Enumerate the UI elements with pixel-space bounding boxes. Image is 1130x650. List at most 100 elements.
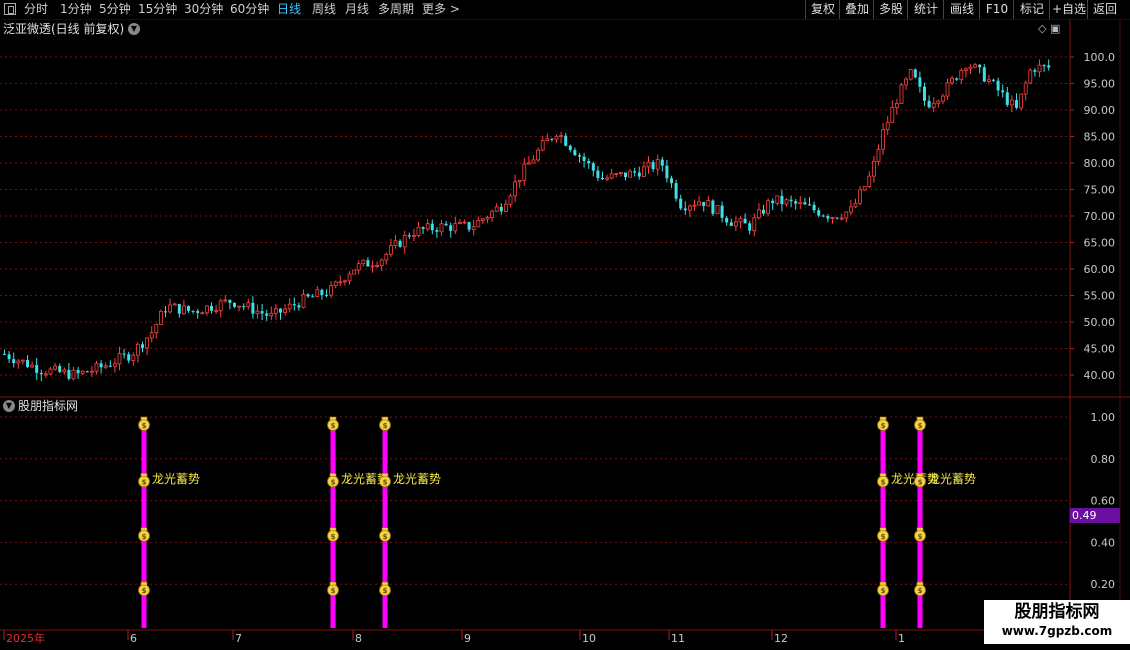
money-bag-icon: $: [327, 527, 339, 542]
money-bag-icon: $: [138, 416, 150, 431]
candle-body-up: [471, 226, 476, 230]
price-axis-label: 40.00: [1084, 369, 1116, 382]
candle-body-up: [513, 181, 517, 197]
date-axis-label: 8: [355, 632, 362, 645]
candle-body-down: [1001, 90, 1005, 93]
candle-body-down: [85, 371, 89, 373]
tab-30min[interactable]: 30分钟: [184, 1, 223, 18]
candle-body-up: [527, 162, 531, 165]
diamond-icon[interactable]: ◇ ▣: [1038, 22, 1060, 35]
candle-body-up: [872, 160, 876, 177]
candle-body-up: [738, 218, 743, 223]
candle-body-down: [992, 79, 995, 81]
candle-body-up: [94, 362, 99, 372]
stats-button[interactable]: 统计: [907, 0, 944, 19]
candle-body-up: [457, 221, 462, 225]
candle-body-up: [646, 161, 651, 168]
candle-body-up: [131, 354, 136, 361]
candle-body-down: [499, 206, 503, 212]
candle-body-down: [711, 200, 715, 214]
price-axis-label: 80.00: [1084, 157, 1116, 170]
overlay-button[interactable]: 叠加: [839, 0, 874, 19]
candle-body-down: [835, 217, 839, 219]
candle-body-up: [462, 221, 467, 224]
candle-body-down: [1015, 100, 1018, 108]
money-bag-icon: $: [914, 473, 926, 488]
tab-15min[interactable]: 15分钟: [138, 1, 177, 18]
candle-body-down: [748, 223, 752, 231]
candle-body-down: [794, 201, 798, 204]
candle-body-up: [844, 211, 849, 219]
tab-1min[interactable]: 1分钟: [60, 1, 92, 18]
money-bag-icon: $: [914, 581, 926, 597]
candle-body-down: [817, 210, 821, 216]
date-axis-label: 2025年: [6, 631, 45, 645]
candle-body-up: [80, 370, 85, 374]
candle-body-down: [233, 302, 236, 307]
candle-body-down: [76, 370, 80, 374]
fuquan-button[interactable]: 复权: [805, 0, 840, 19]
money-bag-icon: $: [327, 416, 339, 431]
back-button[interactable]: 返回: [1087, 0, 1122, 19]
window-icon[interactable]: [4, 3, 16, 15]
chevron-down-icon[interactable]: ▼: [3, 400, 15, 412]
candle-body-up: [531, 159, 536, 164]
mark-button[interactable]: 标记: [1013, 0, 1050, 19]
candle-body-up: [619, 172, 623, 175]
candle-body-up: [384, 253, 389, 261]
indicator-title: 股朋指标网: [18, 399, 79, 413]
candle-body-down: [1033, 70, 1037, 72]
candle-body-up: [945, 82, 950, 97]
candle-body-down: [325, 294, 328, 296]
price-axis-label: 85.00: [1084, 131, 1116, 144]
candle-body-up: [361, 259, 366, 265]
candle-body-down: [196, 311, 200, 313]
candle-body-down: [39, 372, 43, 375]
f10-button[interactable]: F10: [979, 0, 1014, 19]
candle-body-up: [1010, 99, 1014, 106]
tab-5min[interactable]: 5分钟: [99, 1, 131, 18]
svg-text:$: $: [331, 478, 336, 486]
candle-body-up: [881, 129, 885, 150]
kline-chart: $$$$龙光蓄势$$$$龙光蓄势$$$$龙光蓄势$$$$龙光蓄势$$$$龙光蓄势…: [0, 19, 1130, 645]
candle-body-up: [936, 100, 941, 104]
candle-body-up: [1023, 82, 1028, 95]
candle-body-down: [265, 313, 269, 316]
chevron-down-icon[interactable]: ▼: [128, 23, 140, 35]
tab-multi-period[interactable]: 多周期: [378, 1, 414, 18]
tab-monthly[interactable]: 月线: [345, 1, 369, 18]
candle-body-up: [752, 217, 757, 232]
candle-body-down: [821, 215, 825, 217]
tab-fenshi[interactable]: 分时: [24, 1, 48, 18]
candle-body-down: [660, 159, 664, 166]
candle-body-down: [573, 149, 577, 156]
candle-body-up: [655, 159, 660, 170]
candle-body-up: [715, 205, 720, 215]
candle-body-down: [292, 304, 296, 306]
candle-body-down: [683, 208, 687, 211]
candle-body-down: [596, 170, 600, 178]
money-bag-icon: $: [914, 527, 926, 542]
candle-body-up: [849, 206, 853, 213]
tab-daily[interactable]: 日线: [277, 1, 301, 18]
candle-body-up: [895, 103, 899, 108]
candle-body-down: [564, 135, 568, 146]
candle-body-up: [540, 140, 545, 151]
draw-line-button[interactable]: 画线: [943, 0, 980, 19]
svg-text:$: $: [383, 478, 388, 486]
candle-body-down: [242, 306, 246, 308]
svg-text:$: $: [881, 533, 886, 541]
candle-body-up: [255, 310, 260, 315]
candle-body-down: [996, 80, 1000, 91]
candle-body-up: [342, 280, 347, 283]
candle-body-down: [444, 223, 448, 226]
multi-stock-button[interactable]: 多股: [873, 0, 908, 19]
candle-body-down: [435, 230, 439, 232]
indicator-axis-label: 0.60: [1091, 495, 1116, 508]
add-watchlist-button[interactable]: +自选: [1049, 0, 1088, 19]
candle-body-up: [908, 69, 913, 80]
tab-more[interactable]: 更多 >: [422, 1, 460, 18]
tab-60min[interactable]: 60分钟: [230, 1, 269, 18]
tab-weekly[interactable]: 周线: [312, 1, 336, 18]
svg-text:$: $: [142, 533, 147, 541]
